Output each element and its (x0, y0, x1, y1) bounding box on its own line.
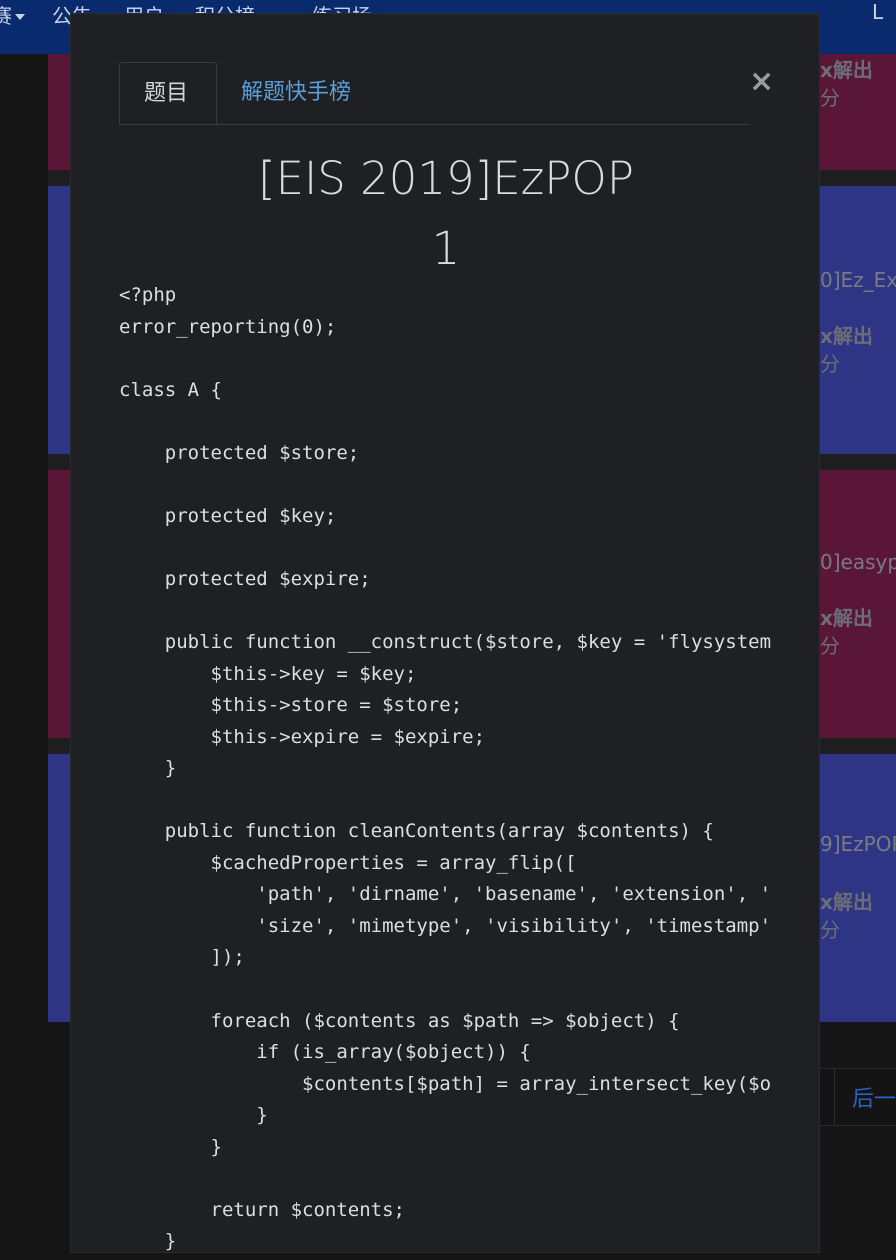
code-line: protected $expire; (119, 567, 371, 590)
code-line: ]); (119, 946, 245, 969)
code-line: protected $store; (119, 441, 360, 464)
code-line: $this->expire = $expire; (119, 725, 486, 748)
close-icon[interactable]: × (749, 62, 774, 102)
code-line: 'path', 'dirname', 'basename', 'extensio… (256, 883, 772, 906)
code-line: $this->key = $key; (119, 662, 417, 685)
card-title: 9]EzPOP (820, 832, 896, 856)
code-line: } (119, 757, 177, 780)
challenge-title-block: [EIS 2019]EzPOP 1 (119, 144, 773, 284)
modal-tabs: 题目 解题快手榜 (119, 62, 749, 125)
nav-item-matches[interactable]: 赛 (0, 0, 25, 29)
code-line: 'size', 'mimetype', 'visibility', 'times… (256, 914, 772, 937)
card-title: 0]Ez_Ex (820, 268, 896, 292)
pager-divider (834, 1069, 835, 1125)
card-solved-count: x解出 (820, 890, 873, 914)
code-line: } (119, 1104, 268, 1127)
code-line: $cachedProperties = array_flip([ (119, 851, 577, 874)
challenge-source-code: <?php error_reporting(0); class A { prote… (119, 280, 772, 1260)
challenge-points: 1 (431, 222, 461, 275)
code-line: <?php (119, 284, 177, 306)
card-solved-count: x解出 (820, 324, 873, 348)
code-line: protected $key; (119, 504, 337, 527)
challenge-modal: 题目 解题快手榜 × [EIS 2019]EzPOP 1 <?php error_… (70, 13, 820, 1253)
card-solved-count: x解出 (820, 58, 873, 82)
code-line: } (119, 1135, 222, 1158)
code-line: if (is_array($object)) { (119, 1041, 531, 1064)
page-left-gutter (0, 54, 48, 1240)
code-line: $contents[$path] = array_intersect_key($… (302, 1072, 772, 1095)
code-line: public function cleanContents(array $con… (119, 820, 714, 843)
card-solved-count: x解出 (820, 606, 873, 630)
tab-challenge[interactable]: 题目 (119, 62, 217, 124)
code-line: return $contents; (119, 1198, 405, 1221)
nav-item-label: 赛 (0, 4, 12, 28)
code-line: foreach ($contents as $path => $object) … (119, 1009, 680, 1032)
code-line: $this->store = $store; (119, 694, 463, 717)
card-score: 分 (820, 352, 840, 376)
code-line: public function __construct($store, $key… (164, 631, 772, 654)
code-line: class A { (119, 378, 222, 401)
nav-item-label: L (872, 0, 884, 24)
nav-item-login[interactable]: L (872, 0, 883, 24)
card-score: 分 (820, 634, 840, 658)
card-title: 0]easyp (820, 550, 896, 574)
tab-solves-leaderboard[interactable]: 解题快手榜 (217, 62, 375, 123)
code-line: error_reporting(0); (119, 315, 337, 338)
challenge-title: [EIS 2019]EzPOP (258, 152, 634, 205)
card-score: 分 (820, 918, 840, 942)
card-score: 分 (820, 86, 840, 110)
code-line: } (119, 1230, 177, 1253)
caret-down-icon (15, 14, 25, 20)
next-page-link[interactable]: 后一 (852, 1081, 896, 1113)
